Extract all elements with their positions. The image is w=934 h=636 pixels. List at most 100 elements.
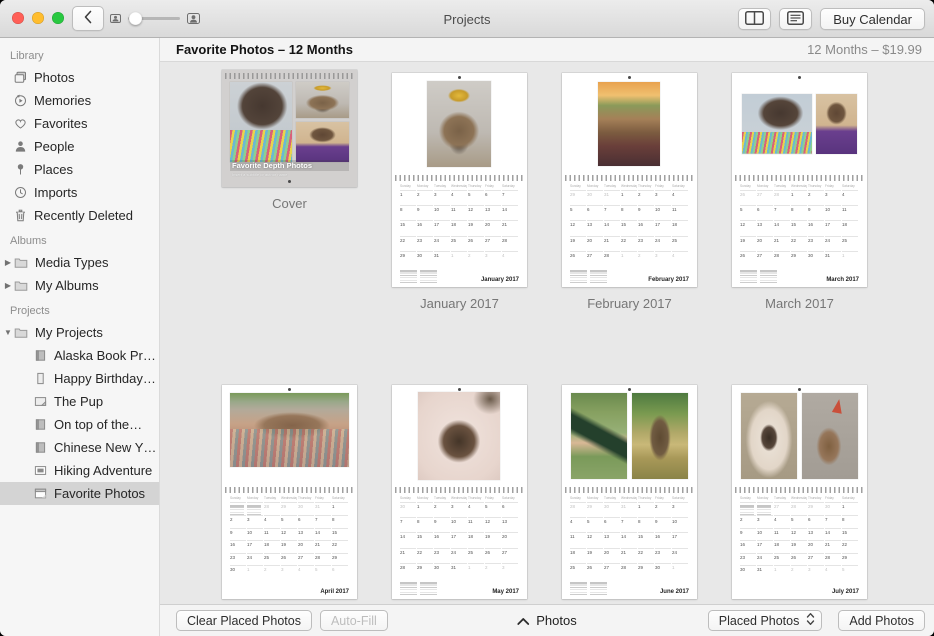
sidebar-item-my-albums[interactable]: ▶ My Albums — [0, 274, 159, 297]
sidebar-item-my-projects[interactable]: ▼ My Projects — [0, 321, 159, 344]
month-thumbnail-january-2017[interactable]: Sunday Monday Tuesday Wednesday Thursday Frid… — [392, 73, 527, 311]
disclosure-expanded-icon[interactable]: ▼ — [3, 328, 13, 337]
calendar-day-cell: 25 — [774, 552, 790, 566]
placed-photos-dropdown[interactable]: Placed Photos — [707, 610, 823, 631]
sidebar-item-the-pup[interactable]: The Pup — [0, 390, 159, 413]
calendar-day-cell: 20 — [298, 540, 314, 553]
calendar-day-cell: 3 — [655, 250, 671, 266]
sidebar-item-imports[interactable]: Imports — [0, 181, 159, 204]
disclosure-collapsed-icon[interactable]: ▶ — [3, 258, 13, 267]
month-thumbnail-june-2017[interactable]: Sunday Monday Tuesday Wednesday Thursday Frid… — [562, 385, 697, 604]
calendar-day-rows: 26 27 28 1 2 3 4 5 6 7 8 9 10 11 12 13 14 15 16 17 18 19 20 21 2… — [740, 190, 859, 266]
sidebar-item-places[interactable]: Places — [0, 158, 159, 181]
thumbnail-zoom-slider[interactable] — [108, 11, 200, 25]
sidebar-item-recently-deleted[interactable]: Recently Deleted — [0, 204, 159, 227]
month-thumbnail-july-2017[interactable]: Sunday Monday Tuesday Wednesday Thursday Frid… — [732, 385, 867, 604]
calendar-day-cell: 5 — [315, 565, 331, 578]
slider-track[interactable] — [128, 11, 180, 25]
calendar-day-cell: 24 — [451, 547, 467, 563]
close-window-button[interactable] — [12, 12, 24, 24]
buy-calendar-button[interactable]: Buy Calendar — [820, 8, 925, 30]
disclosure-collapsed-icon[interactable]: ▶ — [3, 281, 13, 290]
sidebar-item-label: Photos — [34, 70, 75, 85]
calendar-day-cell — [247, 502, 263, 515]
calendar-day-cell: 8 — [842, 515, 858, 528]
calendar-footer: January 2017 — [400, 266, 519, 287]
calendar-month-label: March 2017 — [826, 277, 859, 283]
memories-icon — [13, 94, 27, 108]
calendar-day-cell: 12 — [587, 532, 603, 547]
sidebar-item-people[interactable]: People — [0, 135, 159, 158]
sidebar-item-hiking-adventure[interactable]: Hiking Adventure — [0, 459, 159, 482]
zoom-window-button[interactable] — [52, 12, 64, 24]
project-settings-button[interactable] — [779, 8, 813, 30]
sidebar-item-favorite-photos[interactable]: Favorite Photos — [0, 482, 159, 505]
back-button[interactable] — [72, 6, 104, 31]
calendar-day-cell: 3 — [757, 515, 773, 528]
calendar-day-cell: 3 — [808, 565, 824, 578]
calendar-day-cell: 17 — [672, 532, 688, 547]
mini-month-calendar — [760, 270, 777, 283]
sidebar-item-favorites[interactable]: Favorites — [0, 112, 159, 135]
calendar-day-cell: 12 — [468, 205, 484, 220]
calendar-day-cell: 3 — [281, 565, 297, 578]
clear-placed-photos-button[interactable]: Clear Placed Photos — [176, 610, 312, 631]
calendar-day-rows: 28 29 30 31 1 2 3 4 5 6 7 8 9 10 11 12 13 14 15 16 17 18 19 20 2… — [570, 502, 689, 578]
calendar-day-cell: 22 — [400, 235, 416, 251]
calendar-day-cell: 17 — [757, 540, 773, 553]
calendar-day-cell: 15 — [791, 220, 807, 235]
month-thumbnail-april-2017[interactable]: Sunday Monday Tuesday Wednesday Thursday Frid… — [222, 385, 357, 604]
add-photos-button[interactable]: Add Photos — [838, 610, 925, 631]
calendar-month-label: January 2017 — [480, 277, 519, 283]
calendar-day-cell: 21 — [825, 540, 841, 553]
calendar-day-cell: 28 — [400, 562, 416, 578]
calendar-day-cell: 16 — [740, 540, 756, 553]
sidebar-item-happy-birthday[interactable]: Happy Birthday… — [0, 367, 159, 390]
book-icon — [33, 441, 47, 455]
sidebar-item-on-top-of-the[interactable]: On top of the… — [0, 413, 159, 436]
calendar-week-row: 18 19 20 21 22 23 24 — [570, 547, 689, 563]
auto-fill-button[interactable]: Auto-Fill — [319, 610, 388, 631]
sidebar-item-media-types[interactable]: ▶ Media Types — [0, 251, 159, 274]
mini-month-calendar — [420, 270, 437, 283]
calendar-spread-page: Sunday Monday Tuesday Wednesday Thursday Frid… — [732, 385, 867, 599]
calendar-day-cell: 1 — [417, 502, 433, 517]
sidebar-item-chinese-new-y[interactable]: Chinese New Y… — [0, 436, 159, 459]
month-thumbnail-may-2017[interactable]: Sunday Monday Tuesday Wednesday Thursday Frid… — [392, 385, 527, 604]
calendar-day-cell: 1 — [247, 565, 263, 578]
calendar-day-cell: 14 — [774, 220, 790, 235]
sidebar-item-label: People — [34, 139, 75, 154]
calendar-day-cell: 22 — [332, 540, 348, 553]
calendar-month-label: June 2017 — [659, 589, 689, 595]
sidebar-item-photos[interactable]: Photos — [0, 66, 159, 89]
month-thumbnail-february-2017[interactable]: Sunday Monday Tuesday Wednesday Thursday Frid… — [562, 73, 697, 311]
calendar-week-row: 23 24 25 26 27 28 29 — [230, 552, 349, 566]
calendar-day-cell: 23 — [638, 235, 654, 251]
sidebar-item-memories[interactable]: Memories — [0, 89, 159, 112]
calendar-day-cell: 13 — [298, 527, 314, 541]
cover-page: Favorite Depth Photos Insert a subtitle o… — [222, 70, 357, 187]
cover-thumbnail[interactable]: Favorite Depth Photos Insert a subtitle o… — [222, 70, 357, 211]
calendar-day-cell: 10 — [247, 527, 263, 541]
calendar-day-cell: 30 — [655, 562, 671, 578]
calendar-day-cell: 10 — [451, 517, 467, 532]
sidebar-item-alaska-book-pr[interactable]: Alaska Book Pr… — [0, 344, 159, 367]
month-thumbnail-march-2017[interactable]: Sunday Monday Tuesday Wednesday Thursday Frid… — [732, 73, 867, 311]
calendar-week-row: 19 20 21 22 23 24 25 — [740, 235, 859, 251]
minimize-window-button[interactable] — [32, 12, 44, 24]
calendar-day-cell: 4 — [672, 250, 688, 266]
calendar-day-cell: 31 — [621, 502, 637, 517]
split-view-button[interactable] — [738, 8, 772, 30]
placed-photos-dropdown-label: Placed Photos — [718, 613, 800, 628]
calendar-day-cell: 20 — [502, 532, 518, 547]
month-thumbnail-label: March 2017 — [765, 296, 834, 311]
calendar-day-cell: 28 — [774, 250, 790, 266]
photos-drawer-toggle[interactable]: Photos — [517, 613, 577, 628]
calendar-week-row: 11 12 13 14 15 16 17 — [570, 532, 689, 547]
photo-woman-curly-city — [742, 94, 812, 154]
calendar-day-cell: 10 — [655, 205, 671, 220]
slider-thumb[interactable] — [129, 11, 142, 25]
calendar-day-cell: 15 — [638, 532, 654, 547]
calendar-day-cell: 4 — [774, 515, 790, 528]
calendar-day-cell: 20 — [587, 235, 603, 251]
